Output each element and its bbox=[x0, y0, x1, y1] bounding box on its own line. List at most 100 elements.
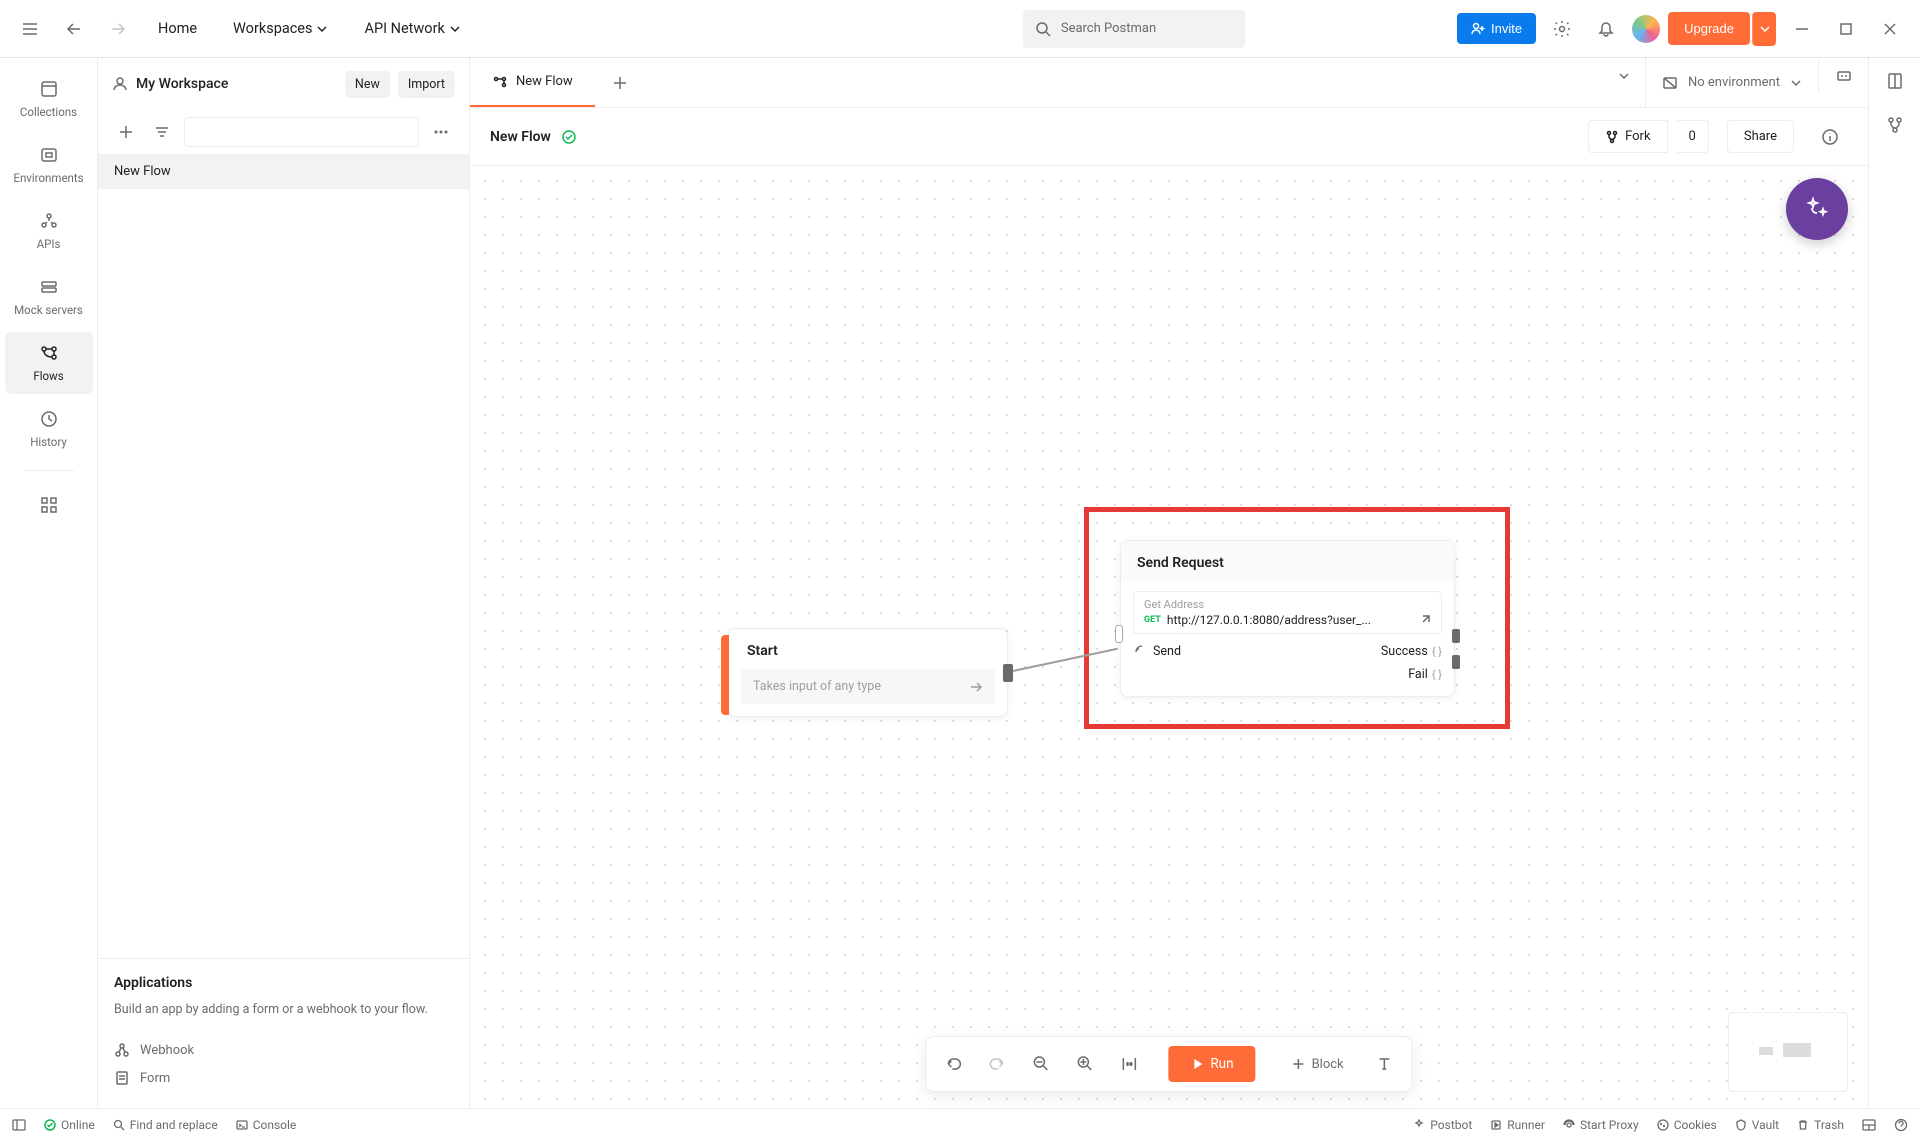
new-button[interactable]: New bbox=[345, 71, 390, 98]
applications-panel: Applications Build an app by adding a fo… bbox=[98, 958, 469, 1108]
ai-assistant-fab[interactable] bbox=[1786, 178, 1848, 240]
vault-label: Vault bbox=[1752, 1118, 1779, 1132]
environment-selector[interactable]: No environment bbox=[1645, 58, 1818, 107]
help-icon[interactable] bbox=[1894, 1118, 1908, 1132]
run-button[interactable]: Run bbox=[1168, 1046, 1255, 1082]
webhook-link[interactable]: Webhook bbox=[114, 1036, 453, 1064]
minimap[interactable] bbox=[1728, 1012, 1848, 1092]
online-status[interactable]: Online bbox=[44, 1118, 95, 1132]
collections-icon bbox=[39, 79, 59, 99]
text-icon[interactable] bbox=[1366, 1045, 1404, 1083]
webhook-icon bbox=[114, 1042, 130, 1058]
list-item[interactable]: New Flow bbox=[98, 154, 469, 189]
upgrade-button[interactable]: Upgrade bbox=[1668, 12, 1750, 45]
workspaces-dropdown[interactable]: Workspaces bbox=[219, 12, 342, 45]
runner-button[interactable]: Runner bbox=[1490, 1118, 1545, 1132]
start-title: Start bbox=[729, 629, 1007, 665]
input-handle[interactable] bbox=[1115, 625, 1123, 643]
online-label: Online bbox=[61, 1118, 95, 1132]
minimize-icon[interactable] bbox=[1784, 11, 1820, 47]
flow-canvas[interactable]: Start Takes input of any type Send Reque… bbox=[470, 166, 1868, 1108]
fork-vertical-icon[interactable] bbox=[1886, 116, 1904, 138]
upgrade-caret[interactable] bbox=[1752, 12, 1776, 46]
more-icon[interactable] bbox=[427, 118, 455, 146]
status-bar: Online Find and replace Console Postbot … bbox=[0, 1108, 1920, 1140]
zoom-in-icon[interactable] bbox=[1066, 1045, 1104, 1083]
rail-flows[interactable]: Flows bbox=[5, 332, 93, 394]
start-input[interactable]: Takes input of any type bbox=[741, 669, 995, 704]
layout-icon[interactable] bbox=[1862, 1118, 1876, 1132]
back-icon[interactable] bbox=[56, 11, 92, 47]
maximize-icon[interactable] bbox=[1828, 11, 1864, 47]
fit-icon[interactable] bbox=[1110, 1045, 1148, 1083]
right-rail bbox=[1868, 58, 1920, 1108]
undo-icon[interactable] bbox=[934, 1045, 972, 1083]
rail-environments[interactable]: Environments bbox=[5, 134, 93, 196]
output-handle[interactable] bbox=[1003, 664, 1013, 682]
invite-button[interactable]: Invite bbox=[1457, 13, 1536, 44]
fork-count[interactable]: 0 bbox=[1677, 120, 1709, 153]
filter-input[interactable] bbox=[184, 117, 419, 147]
environment-quicklook-icon[interactable] bbox=[1818, 58, 1868, 94]
flow-name[interactable]: New Flow bbox=[490, 129, 551, 145]
flows-icon bbox=[39, 343, 59, 363]
find-replace-button[interactable]: Find and replace bbox=[113, 1118, 218, 1132]
close-icon[interactable] bbox=[1872, 11, 1908, 47]
output-handle-success[interactable] bbox=[1452, 629, 1460, 643]
docs-icon[interactable] bbox=[1886, 72, 1904, 94]
notifications-icon[interactable] bbox=[1588, 11, 1624, 47]
send-request-node[interactable]: Send Request Get Address GET http://127.… bbox=[1120, 540, 1455, 697]
invite-icon bbox=[1471, 22, 1485, 36]
home-link[interactable]: Home bbox=[144, 12, 211, 45]
api-network-dropdown[interactable]: API Network bbox=[350, 12, 474, 45]
console-button[interactable]: Console bbox=[236, 1118, 297, 1132]
output-handle-fail[interactable] bbox=[1452, 655, 1460, 669]
settings-icon[interactable] bbox=[1544, 11, 1580, 47]
add-icon[interactable] bbox=[112, 118, 140, 146]
start-node[interactable]: Start Takes input of any type bbox=[728, 628, 1008, 717]
send-port-label: Send bbox=[1153, 644, 1181, 659]
center-area: New Flow No environment New Flow bbox=[470, 58, 1868, 1108]
rail-mock-servers[interactable]: Mock servers bbox=[5, 266, 93, 328]
search-input[interactable]: Search Postman bbox=[1023, 10, 1245, 48]
sidebar-toggle-icon[interactable] bbox=[12, 1118, 26, 1132]
tab-chevron-icon[interactable] bbox=[1603, 58, 1645, 94]
vault-button[interactable]: Vault bbox=[1735, 1118, 1779, 1132]
share-button[interactable]: Share bbox=[1727, 120, 1794, 153]
workspace-title[interactable]: My Workspace bbox=[136, 76, 337, 92]
rail-configure-icon[interactable] bbox=[31, 487, 67, 523]
request-config[interactable]: Get Address GET http://127.0.0.1:8080/ad… bbox=[1133, 591, 1442, 634]
console-icon bbox=[236, 1119, 248, 1131]
trash-button[interactable]: Trash bbox=[1797, 1118, 1844, 1132]
cookies-label: Cookies bbox=[1674, 1118, 1717, 1132]
info-icon[interactable] bbox=[1812, 119, 1848, 155]
run-label: Run bbox=[1210, 1056, 1233, 1072]
rail-history[interactable]: History bbox=[5, 398, 93, 460]
filter-icon[interactable] bbox=[148, 118, 176, 146]
form-icon bbox=[114, 1070, 130, 1086]
rail-apis[interactable]: APIs bbox=[5, 200, 93, 262]
request-title: Send Request bbox=[1121, 541, 1454, 581]
open-icon[interactable] bbox=[1419, 614, 1431, 626]
env-label: No environment bbox=[1688, 75, 1780, 90]
flow-header: New Flow Fork 0 Share bbox=[470, 108, 1868, 166]
add-tab-button[interactable] bbox=[595, 58, 645, 107]
zoom-out-icon[interactable] bbox=[1022, 1045, 1060, 1083]
form-link[interactable]: Form bbox=[114, 1064, 453, 1092]
redo-icon[interactable] bbox=[978, 1045, 1016, 1083]
tab-flow[interactable]: New Flow bbox=[470, 58, 595, 107]
hamburger-icon[interactable] bbox=[12, 11, 48, 47]
avatar[interactable] bbox=[1632, 15, 1660, 43]
console-label: Console bbox=[253, 1118, 297, 1132]
left-rail: Collections Environments APIs Mock serve… bbox=[0, 58, 98, 1108]
postbot-button[interactable]: Postbot bbox=[1413, 1118, 1472, 1132]
fork-icon bbox=[1605, 130, 1619, 144]
import-button[interactable]: Import bbox=[398, 71, 455, 98]
rail-collections[interactable]: Collections bbox=[5, 68, 93, 130]
fork-button[interactable]: Fork bbox=[1588, 120, 1667, 153]
proxy-label: Start Proxy bbox=[1580, 1118, 1639, 1132]
add-block-button[interactable]: Block bbox=[1276, 1047, 1360, 1082]
proxy-button[interactable]: Start Proxy bbox=[1563, 1118, 1639, 1132]
forward-icon[interactable] bbox=[100, 11, 136, 47]
cookies-button[interactable]: Cookies bbox=[1657, 1118, 1717, 1132]
